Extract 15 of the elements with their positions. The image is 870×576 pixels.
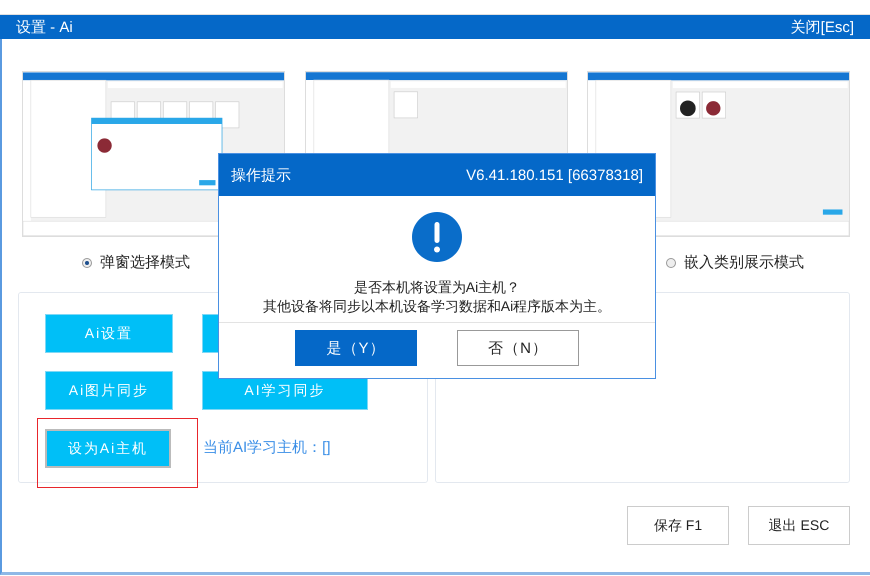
dialog-message: 是否本机将设置为Ai主机？ 其他设备将同步以本机设备学习数据和Ai程序版本为主。 (262, 278, 612, 316)
mode-label: 弹窗选择模式 (100, 253, 190, 272)
radio-button[interactable] (82, 258, 92, 268)
alert-icon (412, 212, 462, 262)
no-button[interactable]: 否（N） (457, 330, 579, 366)
close-link[interactable]: 关闭[Esc] (790, 18, 854, 36)
mode-label: 嵌入类别展示模式 (684, 253, 804, 272)
window-title: 设置 - Ai (16, 18, 73, 36)
version-label: V6.41.180.151 [66378318] (466, 166, 643, 184)
yes-button[interactable]: 是（Y） (295, 330, 417, 366)
save-button[interactable]: 保存 F1 (627, 506, 729, 545)
exit-button[interactable]: 退出 ESC (748, 506, 850, 545)
dialog-title: 操作提示 (231, 166, 291, 184)
current-host-label: 当前AI学习主机：[] (203, 438, 331, 456)
radio-button[interactable] (666, 258, 676, 268)
